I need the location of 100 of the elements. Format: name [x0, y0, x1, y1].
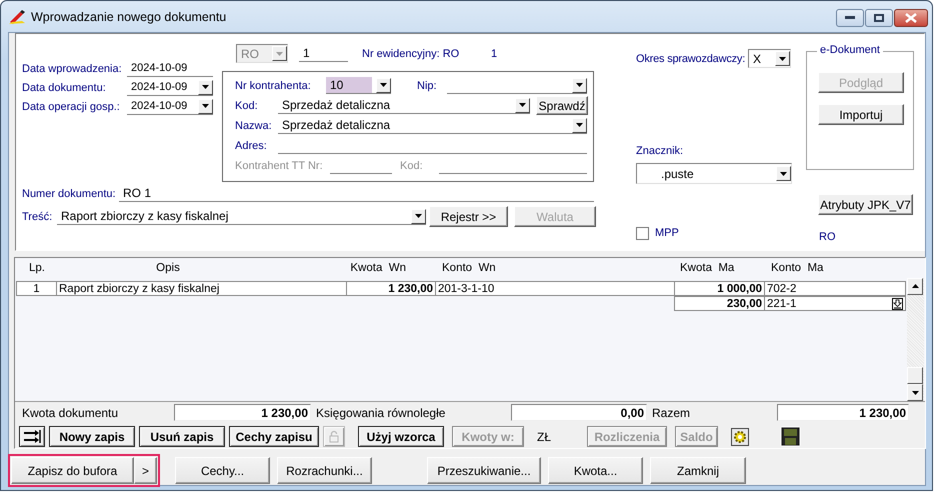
field-label: Nip:: [417, 80, 438, 92]
jpk-attributes-button[interactable]: Atrybuty JPK_V7: [818, 194, 913, 215]
table-cell: 1 230,00: [346, 281, 436, 296]
caret-down-icon: [415, 214, 422, 218]
maximize-icon: [874, 14, 884, 22]
minimize-button[interactable]: [836, 9, 864, 27]
dropdown-button[interactable]: [572, 118, 587, 132]
dropdown-button[interactable]: [411, 208, 426, 224]
check-button[interactable]: Sprawdź: [536, 96, 588, 115]
table-cell: 702-2: [764, 281, 906, 296]
arrows-button[interactable]: [19, 426, 45, 447]
table-cell: 201-3-1-10: [435, 281, 675, 296]
content-field[interactable]: Raport zbiorczy z kasy fiskalnej: [57, 208, 426, 225]
lock-button[interactable]: [323, 426, 345, 447]
record-number: 1: [491, 48, 498, 60]
period-dropdown[interactable]: X: [748, 49, 791, 68]
caret-down-icon: [380, 83, 387, 87]
column-header: Opis: [155, 261, 181, 276]
field-label: Data dokumentu:: [22, 82, 107, 94]
toolbar-button[interactable]: Nowy zapis: [49, 426, 135, 447]
scroll-down-button[interactable]: [907, 384, 923, 401]
field-label: Data wprowadzenia:: [22, 62, 123, 74]
field-label: Treść:: [22, 210, 54, 222]
footer-button[interactable]: Rozrachunki...: [277, 457, 372, 484]
arrow-down-icon[interactable]: [892, 298, 903, 310]
column-header: Konto Wn: [441, 261, 497, 276]
minimize-icon: [845, 16, 855, 20]
arrows-icon: [24, 430, 40, 443]
dropdown-button[interactable]: [376, 78, 391, 92]
lock-icon: [329, 430, 339, 443]
field-label: Nr kontrahenta:: [235, 80, 312, 92]
scroll-up-button[interactable]: [907, 278, 923, 295]
total-field: 1 230,00: [174, 404, 311, 421]
footer-button[interactable]: Kwota...: [548, 457, 643, 484]
document-number-field[interactable]: RO 1: [119, 185, 594, 202]
caret-up-icon: [912, 284, 918, 288]
code-field[interactable]: Sprzedaż detaliczna: [278, 97, 530, 114]
column-header: Kwota Wn: [349, 261, 407, 276]
table-cell: 230,00: [674, 296, 765, 311]
group-title: e-Dokument: [817, 44, 883, 56]
register-code: RO: [819, 231, 836, 243]
toolbar-button[interactable]: Usuń zapis: [139, 426, 225, 447]
save-icon[interactable]: [781, 427, 800, 446]
menu-button[interactable]: >: [134, 457, 157, 484]
currency-label: ZŁ: [537, 430, 552, 444]
field-label: Nazwa:: [235, 120, 273, 132]
gear-icon[interactable]: [731, 428, 749, 446]
total-label: Księgowania równoległe: [316, 406, 446, 420]
total-field: 1 230,00: [777, 404, 909, 421]
pen-icon: [8, 8, 26, 24]
field-label: Znacznik:: [636, 145, 684, 159]
column-header: Konto Ma: [770, 261, 824, 276]
field-label: Kod:: [235, 100, 259, 112]
table-cell: Raport zbiorczy z kasy fiskalnej: [56, 281, 347, 296]
field-label: Kontrahent TT Nr:: [235, 160, 324, 172]
close-icon: [905, 13, 917, 23]
marker-dropdown[interactable]: .puste: [636, 163, 792, 184]
dropdown-button[interactable]: [776, 166, 791, 181]
record-number-label: Nr ewidencyjny: RO: [362, 48, 460, 60]
field-label: Numer dokumentu:: [22, 188, 117, 200]
scroll-thumb[interactable]: [907, 366, 923, 384]
toolbar-button[interactable]: Użyj wzorca: [358, 426, 444, 447]
caret-down-icon: [202, 104, 209, 108]
caret-down-icon: [576, 83, 583, 87]
name-field[interactable]: Sprzedaż detaliczna: [278, 117, 587, 134]
mpp-checkbox[interactable]: [636, 226, 649, 240]
date-field[interactable]: 2024-10-09: [127, 60, 213, 77]
footer-button[interactable]: Zamknij: [650, 457, 746, 484]
dropdown-button[interactable]: [775, 51, 790, 66]
dropdown-button[interactable]: [572, 78, 587, 92]
close-button[interactable]: [894, 9, 928, 27]
footer-button[interactable]: Cechy...: [175, 457, 270, 484]
checkbox-label: MPP: [655, 227, 679, 239]
dropdown-button[interactable]: [198, 98, 213, 114]
dropdown-button[interactable]: [198, 80, 213, 94]
total-label: Razem: [652, 406, 692, 420]
toolbar-button[interactable]: Cechy zapisu: [229, 426, 319, 447]
window-title: Wprowadzanie nowego dokumentu: [31, 10, 226, 24]
caret-down-icon: [519, 103, 526, 107]
contractor-number-field[interactable]: 10: [326, 77, 391, 94]
number-field[interactable]: 1: [299, 45, 348, 62]
footer-button[interactable]: Przeszukiwanie...: [427, 457, 541, 484]
caret-down-icon: [576, 123, 583, 127]
field-label: Okres sprawozdawczy:: [636, 52, 746, 64]
caret-down-icon: [912, 390, 918, 395]
maximize-button[interactable]: [865, 9, 893, 27]
save-to-buffer-button[interactable]: Zapisz do bufora: [11, 457, 134, 484]
dropdown-button[interactable]: [515, 98, 530, 112]
table-cell: 1: [16, 281, 57, 296]
field-label: Adres:: [235, 140, 268, 152]
date-field[interactable]: 2024-10-09: [127, 79, 213, 96]
field-label: Kod:: [400, 160, 424, 172]
field-label: Data operacji gosp.:: [22, 100, 121, 112]
register-button[interactable]: Rejestr >>: [429, 206, 508, 227]
date-field[interactable]: 2024-10-09: [127, 98, 213, 115]
total-label: Kwota dokumentu: [22, 406, 120, 420]
caret-down-icon: [779, 56, 786, 60]
nip-field[interactable]: [447, 77, 587, 94]
e-document-button[interactable]: Importuj: [818, 104, 904, 125]
table-cell: 221-1: [764, 296, 906, 311]
